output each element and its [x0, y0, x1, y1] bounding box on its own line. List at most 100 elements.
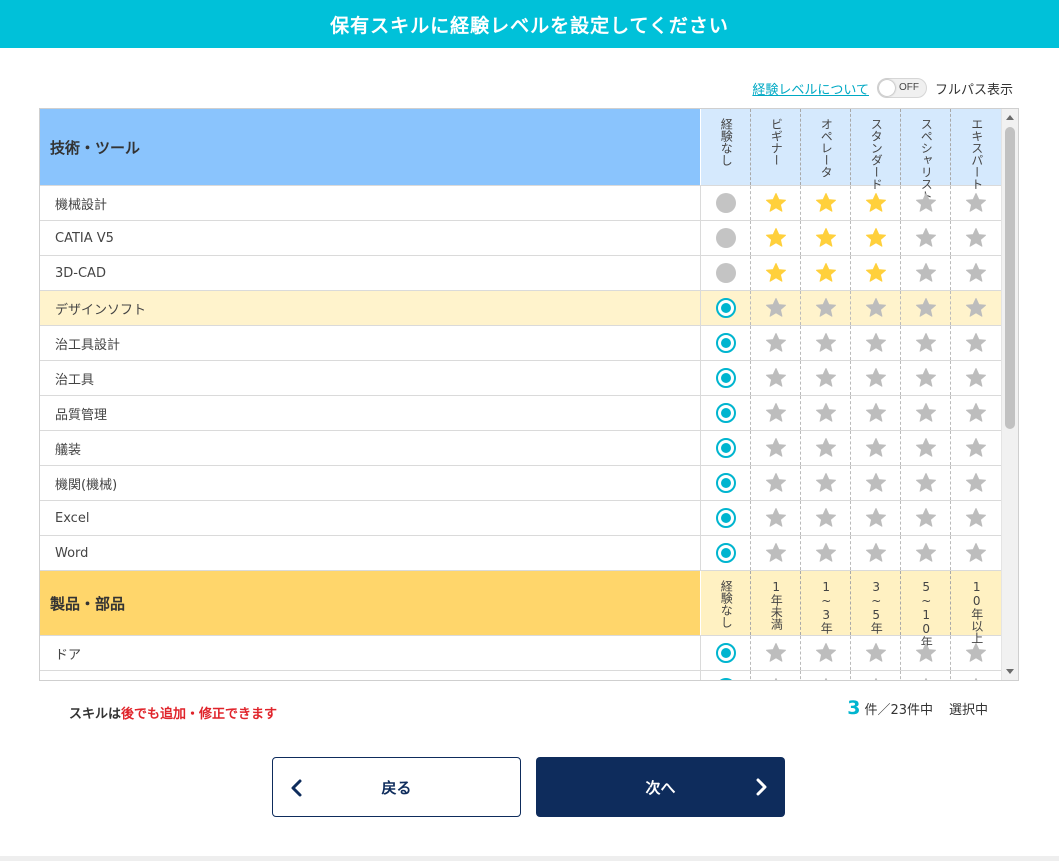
- level-star-cell[interactable]: [751, 291, 801, 325]
- radio-selected-icon: [715, 678, 736, 680]
- level-star-cell[interactable]: [801, 186, 851, 220]
- star-empty-icon: [815, 403, 836, 422]
- level-star-cell[interactable]: [901, 396, 951, 430]
- level-star-cell[interactable]: [751, 186, 801, 220]
- level-star-cell[interactable]: [951, 256, 1001, 290]
- level-star-cell[interactable]: [801, 671, 851, 680]
- level-star-cell[interactable]: [851, 291, 901, 325]
- level-star-cell[interactable]: [951, 536, 1001, 570]
- level-star-cell[interactable]: [801, 636, 851, 670]
- level-star-cell[interactable]: [801, 291, 851, 325]
- level-star-cell[interactable]: [851, 396, 901, 430]
- level-star-cell[interactable]: [901, 431, 951, 465]
- skill-table[interactable]: 技術・ツール 経験なし ビギナー オペレータ スタンダード スペシャリスト エキスパート 機械…: [39, 108, 1019, 681]
- level-star-cell[interactable]: [951, 361, 1001, 395]
- level-none-cell[interactable]: [701, 536, 751, 570]
- level-star-cell[interactable]: [901, 221, 951, 255]
- level-star-cell[interactable]: [801, 326, 851, 360]
- level-star-cell[interactable]: [751, 536, 801, 570]
- level-star-cell[interactable]: [901, 501, 951, 535]
- star-empty-icon: [865, 643, 886, 662]
- level-star-cell[interactable]: [951, 466, 1001, 500]
- level-star-cell[interactable]: [901, 671, 951, 680]
- level-star-cell[interactable]: [801, 256, 851, 290]
- level-star-cell[interactable]: [901, 536, 951, 570]
- level-none-cell[interactable]: [701, 186, 751, 220]
- star-empty-icon: [765, 438, 786, 457]
- level-star-cell[interactable]: [951, 671, 1001, 680]
- level-star-cell[interactable]: [801, 536, 851, 570]
- skill-row: CATIA V5: [40, 221, 1002, 256]
- level-none-cell[interactable]: [701, 431, 751, 465]
- level-star-cell[interactable]: [851, 256, 901, 290]
- skill-row: 治工具: [40, 361, 1002, 396]
- column-header-label: 1年未満: [769, 580, 784, 630]
- table-scrollbar[interactable]: [1001, 109, 1018, 680]
- level-star-cell[interactable]: [951, 291, 1001, 325]
- level-none-cell[interactable]: [701, 671, 751, 680]
- level-star-cell[interactable]: [901, 636, 951, 670]
- level-star-cell[interactable]: [951, 186, 1001, 220]
- scroll-thumb[interactable]: [1005, 127, 1015, 429]
- level-star-cell[interactable]: [751, 466, 801, 500]
- level-star-cell[interactable]: [901, 466, 951, 500]
- level-none-cell[interactable]: [701, 396, 751, 430]
- skill-name: CATIA V5: [40, 221, 701, 255]
- level-star-cell[interactable]: [851, 466, 901, 500]
- level-star-cell[interactable]: [751, 396, 801, 430]
- star-filled-icon: [765, 228, 786, 247]
- scroll-up-icon[interactable]: [1006, 115, 1014, 120]
- level-star-cell[interactable]: [851, 671, 901, 680]
- level-none-cell[interactable]: [701, 636, 751, 670]
- level-star-cell[interactable]: [851, 536, 901, 570]
- level-star-cell[interactable]: [951, 221, 1001, 255]
- level-star-cell[interactable]: [851, 636, 901, 670]
- level-star-cell[interactable]: [901, 326, 951, 360]
- level-star-cell[interactable]: [751, 636, 801, 670]
- level-star-cell[interactable]: [751, 671, 801, 680]
- level-star-cell[interactable]: [901, 256, 951, 290]
- level-star-cell[interactable]: [901, 291, 951, 325]
- back-button[interactable]: 戻る: [272, 757, 521, 817]
- level-star-cell[interactable]: [851, 361, 901, 395]
- star-empty-icon: [974, 678, 978, 680]
- level-star-cell[interactable]: [951, 326, 1001, 360]
- level-none-cell[interactable]: [701, 326, 751, 360]
- column-header-label: エキスパート: [969, 118, 984, 190]
- level-star-cell[interactable]: [851, 326, 901, 360]
- level-none-cell[interactable]: [701, 291, 751, 325]
- star-filled-icon: [815, 193, 836, 212]
- level-star-cell[interactable]: [951, 396, 1001, 430]
- level-star-cell[interactable]: [851, 186, 901, 220]
- star-empty-icon: [865, 508, 886, 527]
- level-star-cell[interactable]: [751, 431, 801, 465]
- level-star-cell[interactable]: [801, 221, 851, 255]
- level-star-cell[interactable]: [851, 221, 901, 255]
- experience-level-link[interactable]: 経験レベルについて: [752, 79, 869, 98]
- level-star-cell[interactable]: [801, 361, 851, 395]
- level-none-cell[interactable]: [701, 466, 751, 500]
- level-star-cell[interactable]: [801, 466, 851, 500]
- scroll-down-icon[interactable]: [1006, 669, 1014, 674]
- level-star-cell[interactable]: [901, 186, 951, 220]
- level-star-cell[interactable]: [751, 361, 801, 395]
- level-star-cell[interactable]: [751, 256, 801, 290]
- level-star-cell[interactable]: [801, 501, 851, 535]
- level-star-cell[interactable]: [751, 326, 801, 360]
- level-star-cell[interactable]: [801, 431, 851, 465]
- level-none-cell[interactable]: [701, 221, 751, 255]
- level-star-cell[interactable]: [901, 361, 951, 395]
- next-button[interactable]: 次へ: [536, 757, 785, 817]
- level-star-cell[interactable]: [951, 636, 1001, 670]
- level-star-cell[interactable]: [751, 501, 801, 535]
- level-star-cell[interactable]: [951, 501, 1001, 535]
- fullpath-toggle[interactable]: OFF: [876, 78, 927, 98]
- level-star-cell[interactable]: [801, 396, 851, 430]
- level-star-cell[interactable]: [851, 431, 901, 465]
- level-none-cell[interactable]: [701, 256, 751, 290]
- level-star-cell[interactable]: [751, 221, 801, 255]
- level-star-cell[interactable]: [951, 431, 1001, 465]
- level-none-cell[interactable]: [701, 501, 751, 535]
- level-none-cell[interactable]: [701, 361, 751, 395]
- level-star-cell[interactable]: [851, 501, 901, 535]
